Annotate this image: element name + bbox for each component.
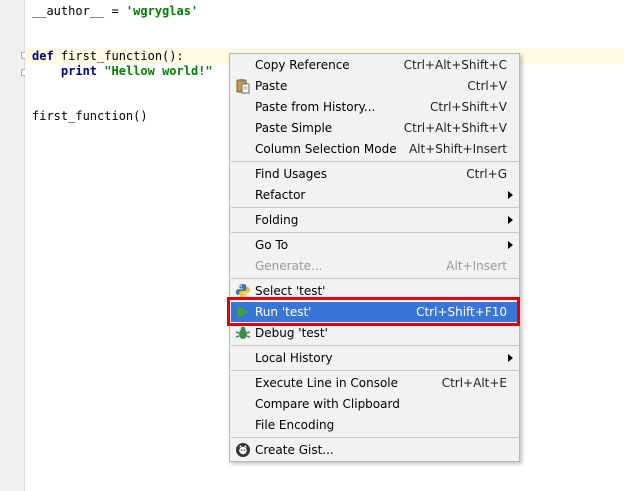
menu-item-shortcut: Ctrl+Alt+Shift+C: [403, 58, 507, 72]
menu-separator: [231, 207, 518, 208]
menu-item-label: Select 'test': [255, 284, 326, 298]
keyword: def: [32, 49, 54, 63]
menu-item-compare-with-clipboard[interactable]: Compare with Clipboard: [231, 394, 518, 414]
keyword: print: [60, 64, 98, 78]
menu-separator: [231, 370, 518, 371]
highlight-box: [227, 297, 520, 326]
menu-item-label: Execute Line in Console: [255, 376, 399, 390]
menu-item-file-encoding[interactable]: File Encoding: [231, 415, 518, 435]
menu-item-label: Create Gist...: [255, 443, 334, 457]
menu-separator: [231, 232, 518, 233]
menu-item-label: File Encoding: [255, 418, 335, 432]
menu-item-go-to[interactable]: Go To: [231, 235, 518, 255]
code-text: first_function(): [32, 109, 148, 123]
submenu-arrow-icon: [508, 191, 513, 199]
menu-item-label: Compare with Clipboard: [255, 397, 400, 411]
menu-item-label: Debug 'test': [255, 326, 328, 340]
menu-item-refactor[interactable]: Refactor: [231, 185, 518, 205]
menu-item-shortcut: Alt+Insert: [446, 259, 507, 273]
string-literal: 'wgryglas': [125, 4, 199, 18]
menu-item-local-history[interactable]: Local History: [231, 348, 518, 368]
menu-item-label: Column Selection Mode: [255, 142, 397, 156]
menu-item-shortcut: Ctrl+Alt+Shift+V: [403, 121, 507, 135]
menu-item-find-usages[interactable]: Find Usages Ctrl+G: [231, 164, 518, 184]
menu-item-paste-simple[interactable]: Paste Simple Ctrl+Alt+Shift+V: [231, 118, 518, 138]
context-menu: Copy Reference Ctrl+Alt+Shift+C Paste Ct…: [229, 53, 520, 462]
menu-item-label: Copy Reference: [255, 58, 350, 72]
menu-item-label: Generate...: [255, 259, 323, 273]
code-line: print "Hellow world!": [32, 63, 213, 80]
menu-item-folding[interactable]: Folding: [231, 210, 518, 230]
debug-icon: [235, 325, 251, 341]
menu-item-label: Paste Simple: [255, 121, 333, 135]
menu-item-paste[interactable]: Paste Ctrl+V: [231, 76, 518, 96]
menu-separator: [231, 345, 518, 346]
code-line: __author__ = 'wgryglas': [32, 3, 198, 20]
menu-item-create-gist[interactable]: Create Gist...: [231, 440, 518, 460]
menu-item-shortcut: Alt+Shift+Insert: [408, 142, 507, 156]
menu-item-label: Paste from History...: [255, 100, 376, 114]
menu-item-label: Local History: [255, 351, 333, 365]
menu-item-label: Folding: [255, 213, 299, 227]
menu-item-paste-from-history[interactable]: Paste from History... Ctrl+Shift+V: [231, 97, 518, 117]
menu-item-label: Find Usages: [255, 167, 328, 181]
menu-item-label: Go To: [255, 238, 289, 252]
menu-item-debug-test[interactable]: Debug 'test': [231, 323, 518, 343]
code-text: __author__ =: [32, 4, 126, 18]
menu-item-shortcut: Ctrl+Alt+E: [441, 376, 507, 390]
submenu-arrow-icon: [508, 354, 513, 362]
github-icon: [235, 442, 251, 458]
menu-item-shortcut: Ctrl+V: [467, 79, 507, 93]
menu-item-column-selection-mode[interactable]: Column Selection Mode Alt+Shift+Insert: [231, 139, 518, 159]
menu-item-label: Paste: [255, 79, 288, 93]
code-text: first_function():: [53, 49, 184, 63]
menu-item-copy-reference[interactable]: Copy Reference Ctrl+Alt+Shift+C: [231, 55, 518, 75]
menu-item-shortcut: Ctrl+Shift+V: [430, 100, 507, 114]
menu-item-shortcut: Ctrl+G: [466, 167, 507, 181]
menu-item-label: Refactor: [255, 188, 306, 202]
menu-item-generate: Generate... Alt+Insert: [231, 256, 518, 276]
clipboard-icon: [235, 78, 251, 94]
submenu-arrow-icon: [508, 216, 513, 224]
string-literal: "Hellow world!": [104, 64, 213, 78]
menu-separator: [231, 161, 518, 162]
menu-separator: [231, 437, 518, 438]
submenu-arrow-icon: [508, 241, 513, 249]
code-line: first_function(): [32, 108, 148, 125]
menu-separator: [231, 278, 518, 279]
menu-item-execute-line-in-console[interactable]: Execute Line in Console Ctrl+Alt+E: [231, 373, 518, 393]
